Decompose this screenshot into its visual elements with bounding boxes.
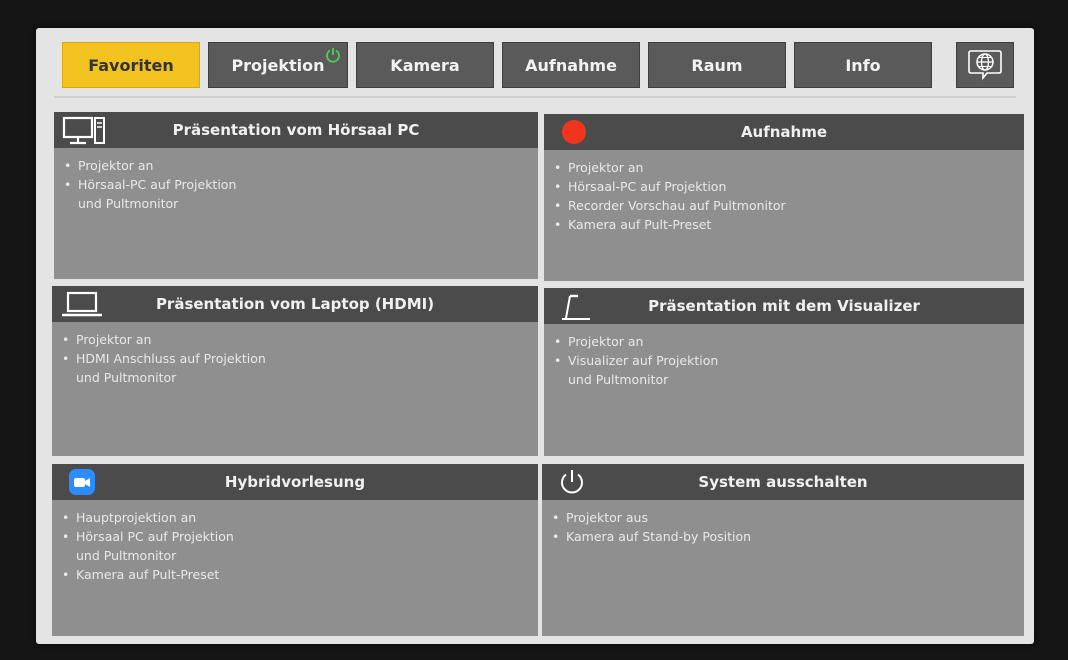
list-item: Hauptprojektion an bbox=[62, 508, 538, 527]
card-bullet-list: Projektor an Hörsaal-PC auf Projektion u… bbox=[54, 148, 538, 213]
favorite-card-visualizer[interactable]: Präsentation mit dem Visualizer Projekto… bbox=[544, 288, 1024, 456]
card-bullet-list: Projektor an Visualizer auf Projektion u… bbox=[544, 324, 1024, 389]
power-icon bbox=[542, 464, 602, 500]
record-dot-icon bbox=[544, 114, 604, 150]
list-item: Projektor an bbox=[554, 158, 1024, 177]
card-header: Aufnahme bbox=[544, 114, 1024, 150]
globe-speech-icon bbox=[968, 50, 1002, 81]
tab-label: Raum bbox=[691, 55, 743, 75]
favorite-card-laptop-hdmi[interactable]: Präsentation vom Laptop (HDMI) Projektor… bbox=[52, 286, 538, 456]
list-item: und Pultmonitor bbox=[78, 196, 179, 211]
card-header: Präsentation vom Hörsaal PC bbox=[54, 112, 538, 148]
list-item: HDMI Anschluss auf Projektion bbox=[62, 349, 538, 368]
list-item: Hörsaal-PC auf Projektion bbox=[554, 177, 1024, 196]
zoom-camera-icon bbox=[52, 464, 112, 500]
card-bullet-list: Hauptprojektion an Hörsaal PC auf Projek… bbox=[52, 500, 538, 584]
laptop-icon bbox=[52, 286, 112, 322]
card-title: Präsentation vom Laptop (HDMI) bbox=[155, 295, 435, 313]
list-item: Projektor an bbox=[554, 332, 1024, 351]
card-title: Präsentation vom Hörsaal PC bbox=[172, 121, 420, 139]
list-item: Kamera auf Pult-Preset bbox=[554, 215, 1024, 234]
card-header: Präsentation mit dem Visualizer bbox=[544, 288, 1024, 324]
power-on-icon bbox=[326, 48, 340, 63]
favorite-card-system-ausschalten[interactable]: System ausschalten Projektor aus Kamera … bbox=[542, 464, 1024, 636]
card-bullet-list: Projektor aus Kamera auf Stand-by Positi… bbox=[542, 500, 1024, 546]
card-bullet-list: Projektor an Hörsaal-PC auf Projektion R… bbox=[544, 150, 1024, 234]
list-item: Recorder Vorschau auf Pultmonitor bbox=[554, 196, 1024, 215]
card-title: System ausschalten bbox=[698, 473, 868, 491]
card-header: Präsentation vom Laptop (HDMI) bbox=[52, 286, 538, 322]
list-item: und Pultmonitor bbox=[76, 548, 177, 563]
list-item: Kamera auf Stand-by Position bbox=[552, 527, 1024, 546]
desktop-pc-icon bbox=[54, 112, 114, 148]
list-item: Projektor an bbox=[62, 330, 538, 349]
list-item: Projektor aus bbox=[552, 508, 1024, 527]
tab-aufnahme[interactable]: Aufnahme bbox=[502, 42, 640, 88]
tab-projektion[interactable]: Projektion bbox=[208, 42, 348, 88]
tab-label: Favoriten bbox=[88, 55, 174, 75]
tab-info[interactable]: Info bbox=[794, 42, 932, 88]
list-item: und Pultmonitor bbox=[568, 372, 669, 387]
card-title: Präsentation mit dem Visualizer bbox=[648, 297, 920, 315]
list-item: Kamera auf Pult-Preset bbox=[62, 565, 538, 584]
tab-bar: Favoriten Projektion Kamera Aufnahme Rau… bbox=[62, 42, 1014, 90]
card-title: Aufnahme bbox=[740, 123, 828, 141]
tab-label: Info bbox=[845, 55, 881, 75]
touch-panel-screen: Favoriten Projektion Kamera Aufnahme Rau… bbox=[36, 28, 1034, 644]
list-item: und Pultmonitor bbox=[76, 370, 177, 385]
list-item: Visualizer auf Projektion bbox=[554, 351, 1024, 370]
favorite-card-hoersaal-pc[interactable]: Präsentation vom Hörsaal PC Projektor an… bbox=[54, 112, 538, 279]
tab-label: Kamera bbox=[390, 55, 460, 75]
card-bullet-list: Projektor an HDMI Anschluss auf Projekti… bbox=[52, 322, 538, 387]
card-header: Hybridvorlesung bbox=[52, 464, 538, 500]
tab-label: Aufnahme bbox=[525, 55, 617, 75]
tab-label: Projektion bbox=[231, 55, 325, 75]
language-button[interactable] bbox=[956, 42, 1014, 88]
list-item: Hörsaal-PC auf Projektion bbox=[64, 175, 538, 194]
favorite-card-aufnahme[interactable]: Aufnahme Projektor an Hörsaal-PC auf Pro… bbox=[544, 114, 1024, 281]
favorite-card-hybridvorlesung[interactable]: Hybridvorlesung Hauptprojektion an Hörsa… bbox=[52, 464, 538, 636]
tab-favoriten[interactable]: Favoriten bbox=[62, 42, 200, 88]
visualizer-icon bbox=[544, 288, 604, 324]
favorites-grid: Präsentation vom Hörsaal PC Projektor an… bbox=[52, 112, 1024, 637]
divider bbox=[54, 96, 1016, 98]
card-header: System ausschalten bbox=[542, 464, 1024, 500]
list-item: Hörsaal PC auf Projektion bbox=[62, 527, 538, 546]
tab-raum[interactable]: Raum bbox=[648, 42, 786, 88]
card-title: Hybridvorlesung bbox=[224, 473, 366, 491]
tab-kamera[interactable]: Kamera bbox=[356, 42, 494, 88]
list-item: Projektor an bbox=[64, 156, 538, 175]
